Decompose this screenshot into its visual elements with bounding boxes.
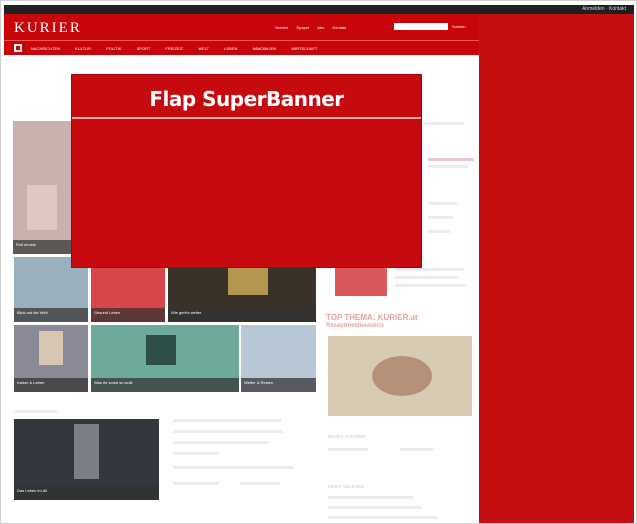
- nav-item-politik[interactable]: POLITIK: [106, 46, 121, 51]
- lead-image: [27, 185, 57, 230]
- tile-5-caption: Was ihr sonst so wollt: [91, 378, 239, 392]
- bottom-list-2: [173, 430, 283, 433]
- lead-story[interactable]: Roll neuste: [13, 121, 71, 254]
- tile-5-figure: [146, 335, 176, 365]
- side-promo-text-2: [394, 276, 458, 279]
- bottom-section-label-2: MEIST GELESEN: [328, 484, 365, 489]
- nav-item-immobilien[interactable]: IMMOBILIEN: [253, 46, 277, 51]
- side-feature-plate: [372, 356, 432, 396]
- tile-4-person: [39, 331, 63, 365]
- lead-caption: Roll neuste: [13, 240, 71, 254]
- side-text-1: [424, 122, 464, 125]
- side-promo-image[interactable]: [335, 266, 387, 296]
- main-nav: NACHRICHTEN KULTUR POLITIK SPORT FREIZEI…: [4, 40, 479, 55]
- nav-item-wirtschaft[interactable]: WIRTSCHAFT: [291, 46, 317, 51]
- side-text-6: [428, 230, 450, 233]
- bottom-right-text-1: [328, 448, 368, 451]
- nav-items: NACHRICHTEN KULTUR POLITIK SPORT FREIZEI…: [31, 46, 331, 51]
- tile-5[interactable]: Was ihr sonst so wollt: [91, 325, 239, 392]
- bottom-list-6: [173, 482, 219, 485]
- header-link-service[interactable]: Service: [275, 25, 288, 30]
- header-link-abo[interactable]: Abo: [317, 25, 324, 30]
- bottom-feature-station: [74, 424, 99, 479]
- page: KURIER Service Epaper Abo Kontakt Suchen…: [4, 14, 479, 523]
- nav-item-leben[interactable]: LEBEN: [224, 46, 237, 51]
- browser-top-strip: Anmelden · Kontakt: [4, 5, 634, 14]
- header-link-kontakt[interactable]: Kontakt: [333, 25, 347, 30]
- bottom-feature-caption: Das Leben im All: [14, 486, 159, 500]
- bottom-right-text-5: [328, 516, 438, 519]
- side-promo-text-1: [394, 268, 464, 271]
- side-promo-text-3: [394, 284, 466, 287]
- search-input[interactable]: [394, 23, 448, 30]
- ad-title: Flap SuperBanner: [149, 87, 344, 111]
- bottom-right-text-3: [328, 496, 414, 499]
- nav-item-sport[interactable]: SPORT: [137, 46, 151, 51]
- header-link-epaper[interactable]: Epaper: [296, 25, 309, 30]
- side-text-5: [428, 216, 453, 219]
- bottom-list-3: [173, 441, 269, 444]
- site-header: KURIER Service Epaper Abo Kontakt Suchen: [4, 14, 479, 40]
- side-text-2: [428, 158, 474, 161]
- tile-4[interactable]: Kaiser & Leben: [14, 325, 88, 392]
- top-strip-links[interactable]: Anmelden · Kontakt: [582, 6, 626, 12]
- tile-6-caption: Wetter & Reisen: [241, 378, 316, 392]
- side-subheading: Rezeptmeldiesestrix: [326, 323, 385, 329]
- home-icon[interactable]: [14, 44, 22, 52]
- nav-item-freizeit[interactable]: FREIZEIT: [165, 46, 183, 51]
- side-text-3: [428, 165, 468, 168]
- tile-2-caption: Gesund Leben: [91, 308, 165, 322]
- bottom-list-1: [173, 419, 281, 422]
- bottom-right-text-2: [400, 448, 434, 451]
- tile-6[interactable]: Wetter & Reisen: [241, 325, 316, 392]
- nav-item-kultur[interactable]: KULTUR: [75, 46, 91, 51]
- side-text-4: [428, 202, 458, 205]
- nav-item-welt[interactable]: WELT: [198, 46, 209, 51]
- flap-superbanner-ad[interactable]: Flap SuperBanner: [72, 75, 421, 267]
- ad-divider: [72, 117, 421, 119]
- bottom-list-4: [173, 452, 219, 455]
- kurier-logo[interactable]: KURIER: [14, 20, 82, 37]
- tile-3-light: [228, 265, 268, 295]
- tile-1-caption: Blick auf die Welt: [14, 308, 88, 322]
- screenshot-frame: Anmelden · Kontakt KURIER Service Epaper…: [0, 0, 637, 524]
- search-button[interactable]: Suchen: [452, 24, 466, 29]
- tile-4-caption: Kaiser & Leben: [14, 378, 88, 392]
- side-feature-image[interactable]: [328, 336, 472, 416]
- bottom-section-label-1: NEUES AUS DEM: [328, 434, 366, 439]
- bottom-right-text-4: [328, 506, 422, 509]
- right-ad-panel: [479, 14, 634, 523]
- bottom-list-7: [240, 482, 280, 485]
- tile-3-caption: Wie geht's weiter: [168, 308, 316, 322]
- bottom-feature[interactable]: Das Leben im All: [14, 419, 159, 500]
- bottom-label: [14, 410, 58, 413]
- nav-item-nachrichten[interactable]: NACHRICHTEN: [31, 46, 60, 51]
- side-heading[interactable]: TOP THEMA: KURIER.at: [326, 313, 418, 322]
- header-links: Service Epaper Abo Kontakt: [275, 25, 353, 30]
- bottom-list-5: [173, 466, 293, 469]
